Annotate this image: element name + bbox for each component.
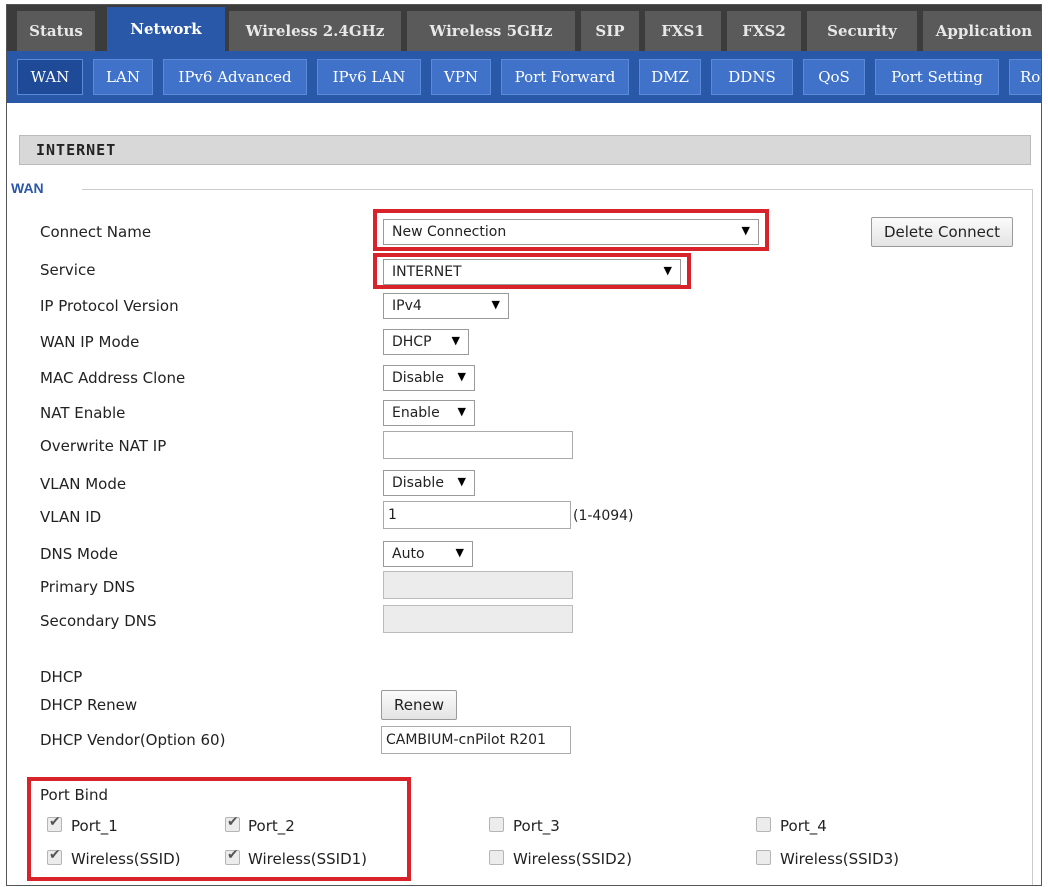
tab-wireless-24[interactable]: Wireless 2.4GHz (229, 11, 401, 51)
dropdown-arrow-icon: ▼ (457, 370, 466, 383)
tab-status[interactable]: Status (17, 11, 95, 51)
mac-clone-value: Disable (392, 370, 444, 386)
wireless-ssid-label: Wireless(SSID) (71, 850, 181, 868)
delete-connect-button[interactable]: Delete Connect (871, 217, 1013, 247)
dhcp-vendor-input[interactable]: CAMBIUM-cnPilot R201 (381, 726, 571, 754)
dhcp-renew-label: DHCP Renew (40, 696, 138, 714)
top-nav: Status Network Wireless 2.4GHz Wireless … (7, 5, 1041, 51)
wireless-ssid2-label: Wireless(SSID2) (513, 850, 633, 868)
connect-name-label: Connect Name (40, 223, 152, 241)
nat-enable-label: NAT Enable (40, 404, 126, 422)
ip-protocol-select[interactable]: IPv4 ▼ (383, 293, 509, 319)
vlan-id-hint: (1-4094) (573, 508, 634, 524)
port-4-checkbox[interactable] (756, 817, 771, 832)
tab-application[interactable]: Application (923, 11, 1041, 51)
connect-name-value: New Connection (392, 224, 507, 240)
port-bind-label: Port Bind (40, 786, 108, 804)
secondary-dns-input[interactable] (383, 605, 573, 633)
primary-dns-label: Primary DNS (40, 578, 136, 596)
wireless-ssid1-checkbox[interactable] (225, 847, 240, 865)
wan-legend: WAN (11, 180, 44, 196)
port-1-checkbox[interactable] (47, 814, 62, 832)
dropdown-arrow-icon: ▼ (457, 475, 466, 488)
nat-enable-value: Enable (392, 405, 440, 421)
wan-ip-mode-value: DHCP (392, 334, 432, 350)
sub-nav: WAN LAN IPv6 Advanced IPv6 LAN VPN Port … (7, 51, 1041, 103)
secondary-dns-label: Secondary DNS (40, 612, 157, 630)
port-1-label: Port_1 (71, 817, 118, 835)
router-config-page: Status Network Wireless 2.4GHz Wireless … (6, 4, 1042, 886)
tab-fxs2[interactable]: FXS2 (727, 11, 801, 51)
tab-network[interactable]: Network (107, 7, 225, 51)
vlan-mode-value: Disable (392, 475, 444, 491)
dhcp-vendor-label: DHCP Vendor(Option 60) (40, 731, 226, 749)
dropdown-arrow-icon: ▼ (741, 224, 750, 237)
vlan-id-input[interactable]: 1 (383, 501, 571, 529)
subtab-ipv6-advanced[interactable]: IPv6 Advanced (163, 59, 307, 95)
subtab-lan[interactable]: LAN (93, 59, 153, 95)
port-3-label: Port_3 (513, 817, 560, 835)
dropdown-arrow-icon: ▼ (457, 405, 466, 418)
mac-clone-select[interactable]: Disable ▼ (383, 365, 475, 391)
dropdown-arrow-icon: ▼ (663, 264, 672, 277)
wireless-ssid3-label: Wireless(SSID3) (780, 850, 900, 868)
fieldset-border (82, 189, 1032, 190)
subtab-port-forward[interactable]: Port Forward (501, 59, 629, 95)
fieldset-border-right (1032, 189, 1033, 885)
dns-mode-value: Auto (392, 546, 425, 562)
mac-clone-label: MAC Address Clone (40, 369, 186, 387)
wireless-ssid1-label: Wireless(SSID1) (248, 850, 368, 868)
service-value: INTERNET (392, 264, 462, 280)
service-select[interactable]: INTERNET ▼ (383, 259, 681, 285)
overwrite-nat-ip-label: Overwrite NAT IP (40, 437, 167, 455)
vlan-mode-label: VLAN Mode (40, 475, 127, 493)
subtab-vpn[interactable]: VPN (431, 59, 491, 95)
port-3-checkbox[interactable] (489, 817, 504, 832)
dns-mode-select[interactable]: Auto ▼ (383, 541, 473, 567)
overwrite-nat-ip-input[interactable] (383, 431, 573, 459)
dhcp-heading: DHCP (40, 668, 83, 686)
nat-enable-select[interactable]: Enable ▼ (383, 400, 475, 426)
vlan-id-label: VLAN ID (40, 508, 102, 526)
wireless-ssid2-checkbox[interactable] (489, 850, 504, 865)
ip-protocol-value: IPv4 (392, 298, 422, 314)
wireless-ssid3-checkbox[interactable] (756, 850, 771, 865)
wan-ip-mode-label: WAN IP Mode (40, 333, 140, 351)
port-2-checkbox[interactable] (225, 814, 240, 832)
subtab-dmz[interactable]: DMZ (639, 59, 701, 95)
primary-dns-input[interactable] (383, 571, 573, 599)
tab-fxs1[interactable]: FXS1 (645, 11, 721, 51)
dropdown-arrow-icon: ▼ (451, 334, 460, 347)
vlan-mode-select[interactable]: Disable ▼ (383, 470, 475, 496)
subtab-qos[interactable]: QoS (803, 59, 865, 95)
dns-mode-label: DNS Mode (40, 545, 118, 563)
subtab-wan[interactable]: WAN (17, 59, 83, 95)
tab-sip[interactable]: SIP (581, 11, 639, 51)
port-4-label: Port_4 (780, 817, 827, 835)
service-label: Service (40, 261, 96, 279)
section-title: INTERNET (19, 135, 1031, 165)
ip-protocol-label: IP Protocol Version (40, 297, 179, 315)
wireless-ssid-checkbox[interactable] (47, 847, 62, 865)
subtab-port-setting[interactable]: Port Setting (875, 59, 999, 95)
dropdown-arrow-icon: ▼ (455, 546, 464, 559)
subtab-routing[interactable]: Rou (1009, 59, 1041, 95)
subtab-ddns[interactable]: DDNS (711, 59, 793, 95)
wan-ip-mode-select[interactable]: DHCP ▼ (383, 329, 469, 355)
tab-security[interactable]: Security (807, 11, 917, 51)
dropdown-arrow-icon: ▼ (491, 298, 500, 311)
tab-wireless-5[interactable]: Wireless 5GHz (407, 11, 575, 51)
connect-name-select[interactable]: New Connection ▼ (383, 219, 759, 245)
renew-button[interactable]: Renew (381, 690, 457, 720)
subtab-ipv6-lan[interactable]: IPv6 LAN (317, 59, 421, 95)
port-2-label: Port_2 (248, 817, 295, 835)
